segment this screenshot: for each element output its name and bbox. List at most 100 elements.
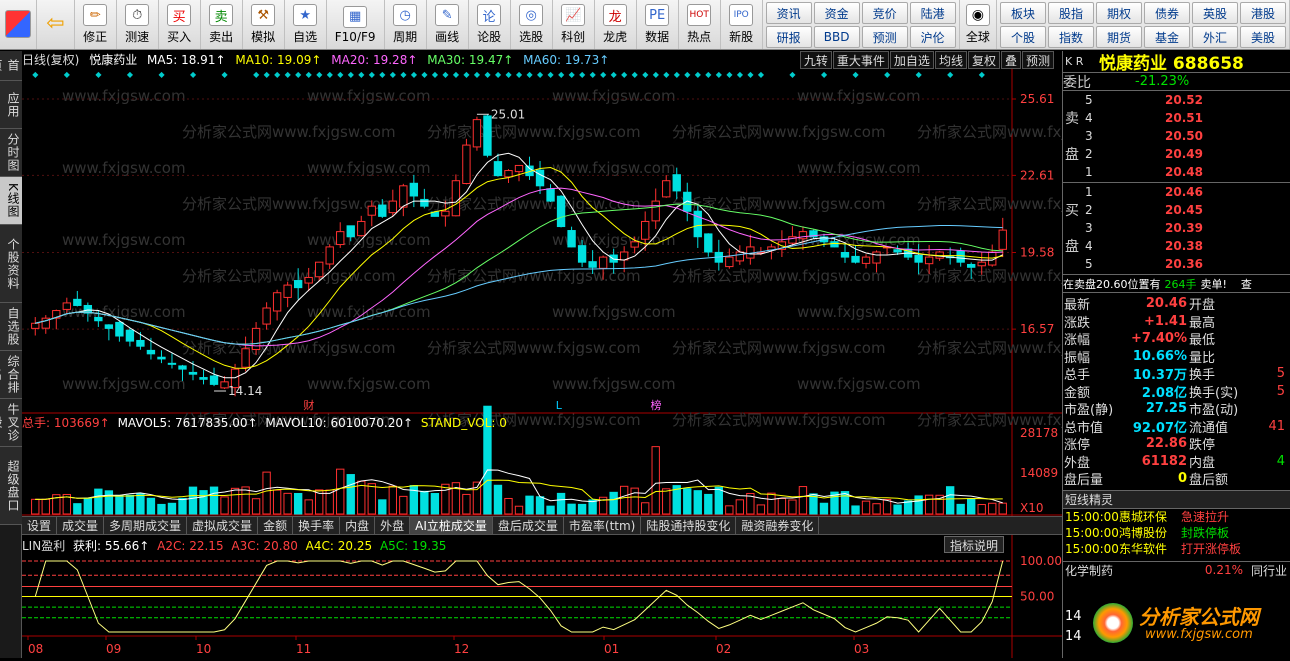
quote-title-bar: K R 悦康药业 688658 xyxy=(1063,51,1290,74)
indicator-tab-3[interactable]: 虚拟成交量 xyxy=(187,517,259,534)
indicator-tab-11[interactable]: 陆股通持股变化 xyxy=(641,517,737,534)
chart-button-2[interactable]: 加自选 xyxy=(889,51,934,69)
volume-bar xyxy=(725,505,734,515)
indicator-tab-5[interactable]: 换手率 xyxy=(293,517,341,534)
candle-body xyxy=(725,256,734,268)
indicator-tab-8[interactable]: AI立桩成交量 xyxy=(410,517,493,534)
chart-button-3[interactable]: 均线 xyxy=(934,51,967,69)
quick-link-2[interactable]: 资金 xyxy=(813,2,860,24)
left-tab-0[interactable]: 首页 xyxy=(0,51,22,81)
indicator-tab-10[interactable]: 市盈率(ttm) xyxy=(564,517,642,534)
news-item[interactable]: 15:00:00 鸿博股份 封跌停板 xyxy=(1063,525,1290,541)
market-link-2[interactable]: 股指 xyxy=(1047,2,1094,24)
toolbar-button-10[interactable]: ◎ 选股 xyxy=(511,0,553,49)
toolbar-button-7[interactable]: ◷ 周期 xyxy=(385,0,427,49)
indicator-tab-12[interactable]: 融资融券变化 xyxy=(736,517,820,534)
candle-body xyxy=(977,261,986,267)
chart-button-5[interactable]: 叠 xyxy=(1000,51,1021,69)
toolbar-button-3[interactable]: 卖卖出 xyxy=(201,0,243,49)
indicator-tab-6[interactable]: 内盘 xyxy=(340,517,376,534)
market-link-8[interactable]: 英股 xyxy=(1191,2,1238,24)
kline-chart[interactable]: www.fxjgsw.com www.fxjgsw.com www.fxjgsw.c… xyxy=(22,51,1131,658)
toolbar-button-8[interactable]: ✎ 画线 xyxy=(427,0,469,49)
market-link-3[interactable]: 指数 xyxy=(1047,26,1094,48)
volume-total: 总手: 103669↑ xyxy=(22,416,110,430)
ipo-icon: IPO xyxy=(729,4,754,26)
market-link-9[interactable]: 外汇 xyxy=(1191,26,1238,48)
toolbar-button-14[interactable]: HOT 热点 xyxy=(679,0,721,49)
volume-bar xyxy=(567,503,576,515)
toolbar-button-6[interactable]: ▦ F10/F9 xyxy=(327,0,385,49)
left-tab-7[interactable]: 牛叉诊股 xyxy=(0,399,22,447)
left-tab-6[interactable]: 综合排名 xyxy=(0,351,22,399)
quick-link-4[interactable]: 竞价 xyxy=(861,2,908,24)
left-tab-8[interactable]: 超级盘口 xyxy=(0,447,22,525)
sell-icon: 卖 xyxy=(209,4,234,26)
left-tab-3[interactable]: K线图 xyxy=(0,177,22,225)
left-tab-2[interactable]: 分时图 xyxy=(0,129,22,177)
quick-link-7[interactable]: 沪伦 xyxy=(909,26,956,48)
quick-link-0[interactable]: 资讯 xyxy=(765,2,812,24)
toolbar-button-5[interactable]: ★ 自选 xyxy=(285,0,327,49)
quick-link-6[interactable]: 陆港 xyxy=(909,2,956,24)
toolbar-button-11[interactable]: 📈 科创 xyxy=(553,0,595,49)
toolbar-button-1[interactable]: ⏱ 测速 xyxy=(117,0,159,49)
news-item[interactable]: 15:00:00 惠城环保 急速拉升 xyxy=(1063,509,1290,525)
toolbar-button-13[interactable]: PE 数据 xyxy=(637,0,679,49)
candle-body xyxy=(704,233,713,253)
toolbar-button-4[interactable]: ⚒ 模拟 xyxy=(243,0,285,49)
market-link-4[interactable]: 期权 xyxy=(1095,2,1142,24)
globe-button[interactable]: ◉ 全球 xyxy=(960,0,997,49)
candle-body xyxy=(588,261,597,268)
indicator-tab-4[interactable]: 金额 xyxy=(258,517,294,534)
quick-link-5[interactable]: 预测 xyxy=(861,26,908,48)
left-tab-4[interactable]: 个股资料 xyxy=(0,225,22,303)
indicator-tab-9[interactable]: 盘后成交量 xyxy=(493,517,564,534)
indicator-profit: 获利: 55.66↑ xyxy=(73,539,150,553)
toolbar-button-2[interactable]: 买买入 xyxy=(159,0,201,49)
chart-button-4[interactable]: 复权 xyxy=(967,51,1000,69)
chart-button-6[interactable]: 预测 xyxy=(1021,51,1054,69)
quick-link-3[interactable]: BBD xyxy=(813,26,860,48)
watermark-text: www.fxjgsw.com xyxy=(307,375,431,393)
watermark-text: www.fxjgsw.com xyxy=(552,375,676,393)
indicator-tab-1[interactable]: 成交量 xyxy=(57,517,105,534)
toolbar-button-12[interactable]: 龙龙虎 xyxy=(595,0,637,49)
toolbar-button-9[interactable]: 论论股 xyxy=(469,0,511,49)
news-stock: 东华软件 xyxy=(1119,542,1168,556)
quick-link-1[interactable]: 研报 xyxy=(765,26,812,48)
market-link-0[interactable]: 板块 xyxy=(999,2,1046,24)
indicator-tab-2[interactable]: 多周期成交量 xyxy=(104,517,188,534)
notice-query-button[interactable]: 查 xyxy=(1241,276,1252,292)
indicator-tab-7[interactable]: 外盘 xyxy=(375,517,411,534)
market-link-6[interactable]: 债券 xyxy=(1143,2,1190,24)
signal-diamond: ◆ xyxy=(484,70,491,79)
stat-key2: 换手 xyxy=(1189,368,1216,384)
stat-row: 市盈(静) 27.25 市盈(动) xyxy=(1063,400,1290,418)
market-link-5[interactable]: 期货 xyxy=(1095,26,1142,48)
left-tab-1[interactable]: 应用 xyxy=(0,81,22,129)
market-link-1[interactable]: 个股 xyxy=(999,26,1046,48)
chart-button-0[interactable]: 九转 xyxy=(799,51,832,69)
toolbar-button-0[interactable]: ✏ 修正 xyxy=(75,0,117,49)
market-link-10[interactable]: 港股 xyxy=(1239,2,1286,24)
buy-row: 4 20.38 xyxy=(1085,237,1285,255)
market-link-7[interactable]: 基金 xyxy=(1143,26,1190,48)
back-button[interactable]: ⇦ xyxy=(37,0,75,49)
chart-button-1[interactable]: 重大事件 xyxy=(832,51,889,69)
indicator-tab-0[interactable]: 设置 xyxy=(22,517,58,534)
industry-button[interactable]: 同行业 xyxy=(1251,562,1287,579)
market-link-11[interactable]: 美股 xyxy=(1239,26,1286,48)
indicator-help-button[interactable]: 指标说明 xyxy=(944,536,1004,553)
watermark-text: 分析家公式网www.fxjgsw.com xyxy=(182,195,396,213)
menu-icon-button[interactable] xyxy=(0,0,38,49)
volume-bar xyxy=(577,503,587,515)
toolbar-button-15[interactable]: IPO 新股 xyxy=(721,0,763,49)
news-item[interactable]: 15:00:00 东华软件 打开涨停板 xyxy=(1063,541,1290,557)
star-icon: ★ xyxy=(293,4,318,26)
watermark-text: www.fxjgsw.com xyxy=(552,87,676,105)
left-tab-5[interactable]: 自选股 xyxy=(0,303,22,351)
stat-value2: 5 xyxy=(1276,383,1285,399)
stat-key: 总市值 xyxy=(1064,420,1104,436)
chart-svg[interactable]: www.fxjgsw.com www.fxjgsw.com www.fxjgsw.c… xyxy=(22,51,1131,658)
